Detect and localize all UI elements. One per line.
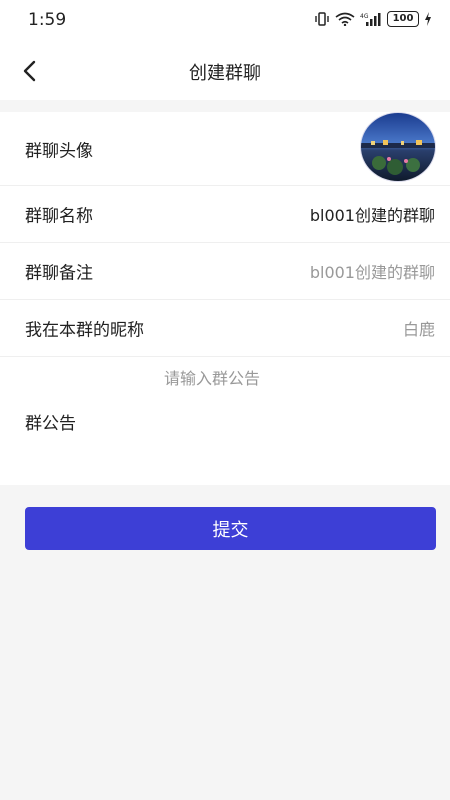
group-notice-section: 请输入群公告 群公告	[0, 357, 450, 485]
group-notice-input[interactable]: 请输入群公告	[0, 365, 424, 389]
group-notice-label: 群公告	[25, 414, 76, 434]
nickname-row[interactable]: 我在本群的昵称 白鹿	[0, 300, 450, 357]
status-time: 1:59	[28, 10, 67, 30]
group-remark-input[interactable]: bl001创建的群聊	[310, 259, 435, 283]
status-icons: 4G 100	[314, 11, 432, 27]
submit-button[interactable]: 提交	[25, 507, 436, 550]
avatar-row[interactable]: 群聊头像	[0, 112, 450, 186]
avatar-label: 群聊头像	[25, 141, 93, 161]
vibrate-icon	[314, 12, 330, 26]
nickname-label: 我在本群的昵称	[25, 320, 144, 341]
signal-4g-icon: 4G	[360, 12, 382, 26]
group-remark-row[interactable]: 群聊备注 bl001创建的群聊	[0, 243, 450, 300]
group-form: 群聊头像 群聊名称 bl001创建的群聊 群聊备注 bl001创建的群聊 我在本…	[0, 112, 450, 485]
status-bar: 1:59 4G 100	[0, 0, 450, 42]
nickname-value[interactable]: 白鹿	[403, 316, 435, 340]
avatar-image	[361, 113, 435, 181]
group-name-row[interactable]: 群聊名称 bl001创建的群聊	[0, 186, 450, 243]
group-avatar[interactable]	[360, 112, 436, 182]
page-title: 创建群聊	[189, 63, 261, 84]
group-name-value[interactable]: bl001创建的群聊	[310, 202, 435, 226]
group-name-label: 群聊名称	[25, 206, 93, 227]
charging-icon	[424, 12, 432, 26]
battery-icon: 100	[387, 11, 419, 27]
svg-text:4G: 4G	[360, 13, 369, 20]
wifi-icon	[335, 12, 355, 26]
group-remark-label: 群聊备注	[25, 263, 93, 284]
navigation-bar: 创建群聊	[0, 42, 450, 100]
